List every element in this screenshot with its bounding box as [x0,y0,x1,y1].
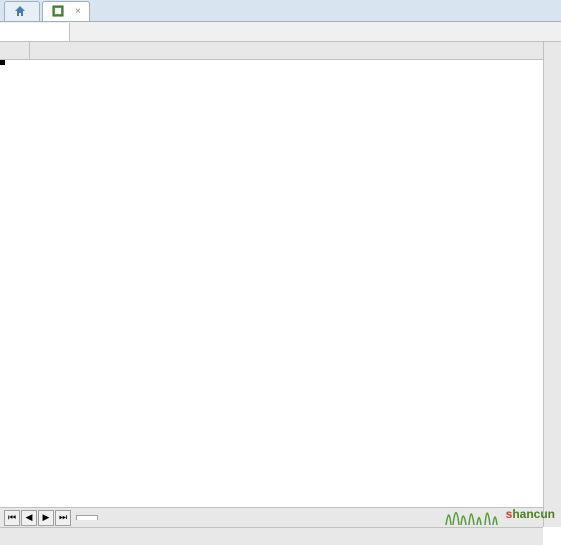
column-headers [30,42,561,60]
sheet-nav-first[interactable]: ⏮ [4,510,20,526]
formula-input[interactable] [70,31,561,33]
document-tabs: × [0,0,561,22]
tab-home[interactable] [4,1,40,21]
formula-bar-row [0,22,561,42]
sheet-nav-last[interactable]: ⏭ [55,510,71,526]
sheet-nav-prev[interactable]: ◀ [21,510,37,526]
close-icon[interactable]: × [75,6,81,17]
select-all-corner[interactable] [0,42,30,60]
home-icon [13,4,27,18]
horizontal-scrollbar[interactable] [0,527,543,545]
spreadsheet-icon [51,4,65,18]
spreadsheet-grid [0,42,561,60]
sheet-tab-bar: ⏮ ◀ ▶ ⏭ [0,507,561,527]
sheet-nav-next[interactable]: ▶ [38,510,54,526]
name-box[interactable] [0,23,70,41]
sheet-tab-active[interactable] [76,515,98,520]
active-cell-cursor [0,60,4,64]
tab-file[interactable]: × [42,1,90,21]
vertical-scrollbar[interactable] [543,42,561,527]
